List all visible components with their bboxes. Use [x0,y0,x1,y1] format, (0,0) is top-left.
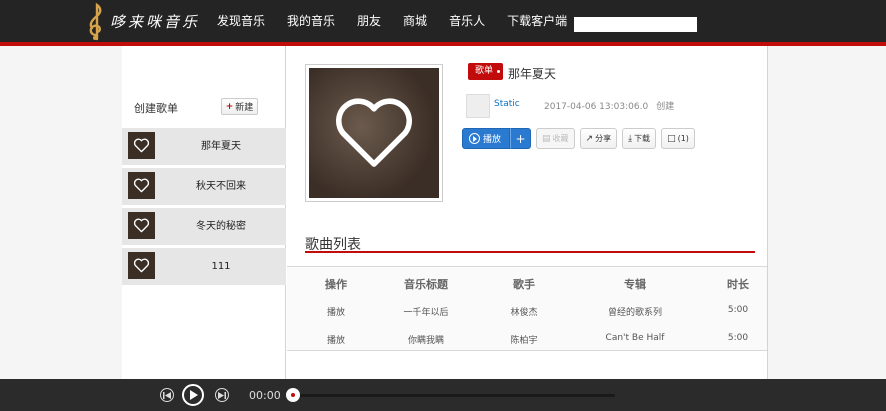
song-album[interactable]: 曾经的歌系列 [608,305,662,318]
nav-friends[interactable]: 朋友 [346,0,392,42]
download-button[interactable]: ⤓ 下载 [622,128,657,149]
section-divider [305,251,755,253]
collect-button[interactable]: ▤ 收藏 [536,128,575,149]
sidebar-playlist-item[interactable]: 冬天的秘密 [122,208,286,245]
song-play-link[interactable]: 播放 [327,333,345,346]
comment-button[interactable]: □ (1) [661,128,695,149]
comment-icon: □ [667,133,676,144]
column-header-action: 操作 [325,278,347,291]
playlist-name: 秋天不回来 [196,181,246,192]
heart-icon [128,172,155,199]
song-duration: 5:00 [727,305,749,315]
playlist-list: 那年夏天 秋天不回来 冬天的秘密 111 [122,128,286,288]
nav-my-music[interactable]: 我的音乐 [276,0,346,42]
progress-handle[interactable] [286,388,300,402]
previous-track-button[interactable] [160,388,174,402]
song-title[interactable]: 一千年以后 [403,305,448,318]
previous-icon [163,391,171,399]
song-duration: 5:00 [727,333,749,343]
song-play-link[interactable]: 播放 [327,305,345,318]
current-time: 00:00 [249,389,281,402]
comment-count: (1) [677,134,689,143]
play-circle-icon [469,133,480,144]
playlist-name: 冬天的秘密 [196,221,246,232]
logo[interactable]: 哆来咪音乐 [86,0,200,42]
new-playlist-button[interactable]: + 新建 [221,98,258,115]
sidebar-playlist-item[interactable]: 秋天不回来 [122,168,286,205]
share-icon: ↗ [585,133,594,144]
new-playlist-label: 新建 [235,103,254,113]
share-label: 分享 [595,134,612,143]
column-header-artist: 歌手 [513,278,535,291]
created-info: 2017-04-06 13:03:06.0 创建 [544,99,674,112]
nav-discover-music[interactable]: 发现音乐 [206,0,276,42]
download-icon: ⤓ [628,133,633,144]
progress-track[interactable] [292,394,615,397]
sidebar-playlist-item[interactable]: 那年夏天 [122,128,286,165]
avatar[interactable] [466,94,490,118]
created-time: 2017-04-06 13:03:06.0 [544,102,649,112]
next-track-button[interactable] [215,388,229,402]
song-artist[interactable]: 林俊杰 [510,305,537,318]
heart-icon [128,252,155,279]
column-header-album: 专辑 [624,278,646,291]
column-header-title: 音乐标题 [404,278,448,291]
song-artist[interactable]: 陈柏宇 [510,333,537,346]
play-button[interactable] [182,384,204,406]
playlist-tag: 歌单 [468,63,504,80]
share-button[interactable]: ↗ 分享 [579,128,618,149]
play-all-button[interactable]: 播放 [462,128,511,149]
player-bar: 00:00 [0,379,886,411]
top-nav-bar: 哆来咪音乐 发现音乐 我的音乐 朋友 商城 音乐人 下载客户端 [0,0,886,46]
main-nav: 发现音乐 我的音乐 朋友 商城 音乐人 下载客户端 [206,0,578,42]
sidebar: 创建歌单 + 新建 那年夏天 秋天不回来 冬天的秘密 111 [122,46,286,379]
nav-download-client[interactable]: 下载客户端 [496,0,578,42]
add-to-queue-button[interactable]: + [510,128,532,149]
playlist-title: 那年夏天 [508,67,557,81]
heart-icon [336,98,412,167]
next-icon [218,391,226,399]
brand-name: 哆来咪音乐 [110,12,201,31]
play-label: 播放 [483,135,502,145]
cover-image [309,68,439,198]
playlist-name: 111 [211,261,231,272]
folder-icon: ▤ [542,133,551,144]
playlist-cover [305,64,443,202]
created-label: 创建 [656,102,675,112]
download-label: 下载 [634,134,651,143]
playlist-actions: 播放 + ▤ 收藏 ↗ 分享 ⤓ 下载 □ (1) [462,128,695,149]
song-table: 操作 音乐标题 歌手 专辑 时长 播放 一千年以后 林俊杰 曾经的歌系列 5:0… [287,266,767,351]
heart-icon [128,132,155,159]
playlist-name: 那年夏天 [201,141,241,152]
collect-label: 收藏 [552,134,569,143]
sidebar-playlist-item[interactable]: 111 [122,248,286,285]
song-title[interactable]: 你瞒我瞒 [408,333,444,346]
heart-icon [128,212,155,239]
play-icon [189,390,198,400]
plus-icon: + [225,101,234,112]
song-album[interactable]: Can't Be Half [606,333,665,343]
created-playlists-heading: 创建歌单 [134,102,178,115]
treble-clef-icon [86,1,106,41]
nav-musicians[interactable]: 音乐人 [438,0,496,42]
search-input[interactable] [574,17,697,32]
creator-name[interactable]: Static [494,99,520,109]
column-header-duration: 时长 [727,278,749,291]
nav-store[interactable]: 商城 [392,0,438,42]
